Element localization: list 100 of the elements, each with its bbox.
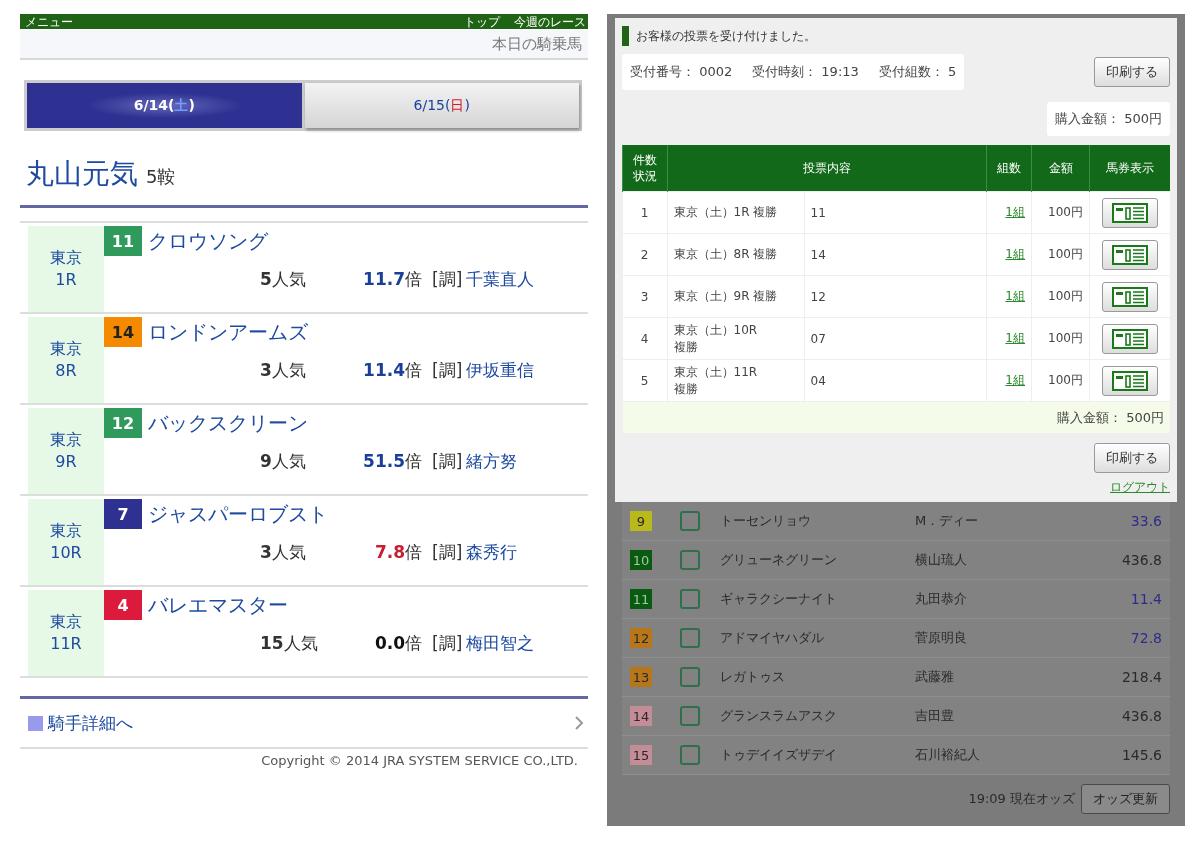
table-cell: 100円 [1048, 205, 1083, 219]
combination-link[interactable]: 1組 [1005, 205, 1025, 219]
accent-bar [622, 26, 629, 46]
combination-link[interactable]: 1組 [1005, 373, 1025, 387]
trainer-label: [調] [432, 632, 463, 655]
popularity-text: 3人気 [260, 359, 307, 382]
ticket-icon [1112, 370, 1148, 391]
horse-name-link[interactable]: バックスクリーン [148, 409, 308, 437]
nav-link[interactable]: 今週のレース [514, 16, 586, 29]
horse-name: トーセンリョウ [720, 512, 812, 530]
ticket-button[interactable] [1102, 197, 1158, 228]
copyright-text: Copyright © 2014 JRA SYSTEM SERVICE CO.,LTD. [260, 752, 579, 768]
menu-link[interactable]: メニュー [25, 16, 73, 29]
ride-count: 5鞍 [146, 165, 176, 189]
jockey-name: 丸田恭介 [915, 590, 968, 608]
trainer-label: [調] [432, 268, 463, 291]
trainer-name-link[interactable]: 森秀行 [466, 541, 518, 564]
race-number: 10R [50, 542, 82, 564]
odds-text: 0.0倍 [373, 632, 422, 655]
horse-number-badge: 14 [104, 317, 142, 347]
receipt-info-text: 受付番号： 0002 [630, 63, 733, 81]
column-header: 件数状況 [622, 145, 667, 192]
table-cell: 100円 [1048, 331, 1083, 345]
table-cell: 東京（土）9R 複勝 [673, 288, 778, 305]
trainer-name-link[interactable]: 伊坂重信 [466, 359, 535, 382]
checkbox[interactable] [680, 706, 700, 726]
nav-link[interactable]: トップ [464, 16, 500, 29]
popularity-text: 5人気 [260, 268, 307, 291]
ticket-button[interactable] [1102, 365, 1158, 396]
jockey-detail-link[interactable]: 騎手詳細へ [20, 696, 588, 749]
odds-text: 11.4倍 [362, 359, 422, 382]
odds-text: 11.7倍 [362, 268, 422, 291]
refresh-odds-button[interactable]: オッズ更新 [1081, 784, 1170, 814]
horse-name-link[interactable]: クロウソング [148, 227, 268, 255]
ticket-button[interactable] [1102, 323, 1158, 354]
jockey-name: 武藤雅 [915, 668, 955, 686]
horse-name-link[interactable]: ロンドンアームズ [148, 318, 308, 346]
checkbox[interactable] [680, 628, 700, 648]
ticket-button[interactable] [1102, 239, 1158, 270]
ticket-button[interactable] [1102, 281, 1158, 312]
date-tab[interactable]: 6/14(土) [27, 83, 302, 128]
column-header: 馬券表示 [1089, 145, 1170, 192]
table-cell: 100円 [1048, 247, 1083, 261]
jockey-name: 吉田豊 [915, 707, 955, 725]
table-cell: 5 [640, 373, 649, 388]
horse-name-link[interactable]: ジャスパーロブスト [148, 500, 328, 528]
footer-total: 購入金額： 500円 [1057, 409, 1164, 425]
jockey-name: 菅原明良 [915, 629, 968, 647]
combination-link[interactable]: 1組 [1005, 289, 1025, 303]
horse-number-badge: 4 [104, 590, 142, 620]
race-number: 8R [55, 360, 77, 382]
square-icon [28, 715, 43, 731]
checkbox[interactable] [680, 589, 700, 609]
table-cell: 100円 [1048, 373, 1083, 387]
column-header: 投票内容 [667, 145, 987, 192]
page-title: 本日の騎乗馬 [492, 34, 582, 54]
checkbox[interactable] [680, 550, 700, 570]
trainer-name-link[interactable]: 千葉直人 [466, 268, 535, 291]
combination-link[interactable]: 1組 [1005, 331, 1025, 345]
print-button[interactable]: 印刷する [1094, 443, 1170, 473]
venue-text: 東京 [50, 429, 82, 451]
odds-value: 72.8 [1130, 630, 1162, 646]
trainer-label: [調] [432, 541, 463, 564]
checkbox[interactable] [680, 745, 700, 765]
horse-name: アドマイヤハダル [720, 629, 825, 647]
race-number: 9R [55, 451, 77, 473]
horse-name: レガトゥス [720, 668, 786, 686]
frame-number: 11 [630, 589, 652, 609]
date-tab[interactable]: 6/15(日) [304, 83, 579, 128]
trainer-name-link[interactable]: 緒方努 [466, 450, 518, 473]
popularity-text: 3人気 [260, 541, 307, 564]
horse-name-link[interactable]: バレエマスター [148, 591, 288, 619]
print-button[interactable]: 印刷する [1094, 57, 1170, 87]
table-cell: 07 [810, 331, 826, 346]
trainer-label: [調] [432, 450, 463, 473]
odds-value: 145.6 [1121, 747, 1162, 763]
ticket-icon [1112, 286, 1148, 307]
table-cell: 14 [810, 247, 826, 262]
odds-value: 218.4 [1121, 669, 1162, 685]
popularity-text: 15人気 [260, 632, 319, 655]
column-header: 組数 [986, 145, 1032, 192]
table-cell: 2 [640, 247, 649, 262]
ticket-icon [1112, 328, 1148, 349]
odds-value: 33.6 [1130, 513, 1162, 529]
checkbox[interactable] [680, 667, 700, 687]
venue-text: 東京 [50, 611, 82, 633]
frame-number: 12 [630, 628, 652, 648]
horse-name: ギャラクシーナイト [720, 590, 838, 608]
receipt-info-text: 受付時刻： 19:13 [752, 63, 859, 81]
jockey-name: 横山琉人 [915, 551, 968, 569]
race-number: 11R [50, 633, 82, 655]
combination-link[interactable]: 1組 [1005, 247, 1025, 261]
table-cell: 1 [640, 205, 649, 220]
checkbox[interactable] [680, 511, 700, 531]
column-header: 金額 [1031, 145, 1090, 192]
logout-link[interactable]: ログアウト [1110, 479, 1170, 496]
trainer-name-link[interactable]: 梅田智之 [466, 632, 535, 655]
table-cell: 11 [810, 205, 826, 220]
odds-value: 436.8 [1121, 552, 1162, 568]
table-cell: 12 [810, 289, 826, 304]
